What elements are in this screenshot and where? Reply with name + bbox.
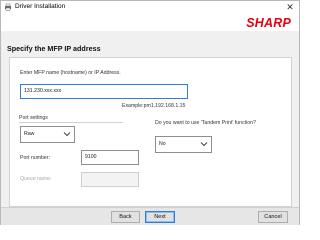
section-header: Specify the MFP IP address <box>1 31 299 53</box>
back-button[interactable]: Back <box>111 211 140 223</box>
sharp-logo: SHARP <box>246 16 291 29</box>
port-settings-divider <box>19 122 123 123</box>
footer-bar: Back Next Cancel <box>1 207 299 225</box>
window-title: Driver Installation <box>15 3 66 10</box>
port-settings-label: Port settings <box>19 115 48 121</box>
cancel-button[interactable]: Cancel <box>258 211 288 223</box>
header: SHARP <box>1 13 299 31</box>
svg-text:SHARP: SHARP <box>246 16 291 29</box>
chevron-down-icon <box>63 132 71 137</box>
next-button[interactable]: Next <box>145 211 175 223</box>
page-title: Specify the MFP IP address <box>7 44 101 53</box>
content-panel: Enter MFP name (hostname) or IP Address.… <box>9 57 292 207</box>
title-bar: Driver Installation ✕ <box>1 1 299 13</box>
close-icon[interactable]: ✕ <box>283 1 297 13</box>
protocol-select-value: Raw <box>24 131 35 137</box>
port-number-input[interactable]: 9100 <box>81 150 139 165</box>
tandem-print-question: Do you want to use 'Tandem Print' functi… <box>155 120 256 126</box>
tandem-print-select-value: No <box>159 141 166 147</box>
address-label: Enter MFP name (hostname) or IP Address. <box>20 70 121 76</box>
address-input[interactable]: 131.230.xxx.xxx <box>20 84 188 99</box>
printer-icon <box>5 3 11 11</box>
queue-name-label: Queue name: <box>20 176 52 182</box>
protocol-select[interactable]: Raw <box>20 126 75 143</box>
queue-name-input <box>81 172 139 187</box>
address-example: Example:pm1,192.168.1.15 <box>122 103 186 109</box>
tandem-print-select[interactable]: No <box>155 136 212 153</box>
port-number-label: Port number: <box>20 155 50 161</box>
chevron-down-icon <box>200 142 208 147</box>
installer-window: Driver Installation ✕ SHARP Specify the … <box>0 0 300 225</box>
